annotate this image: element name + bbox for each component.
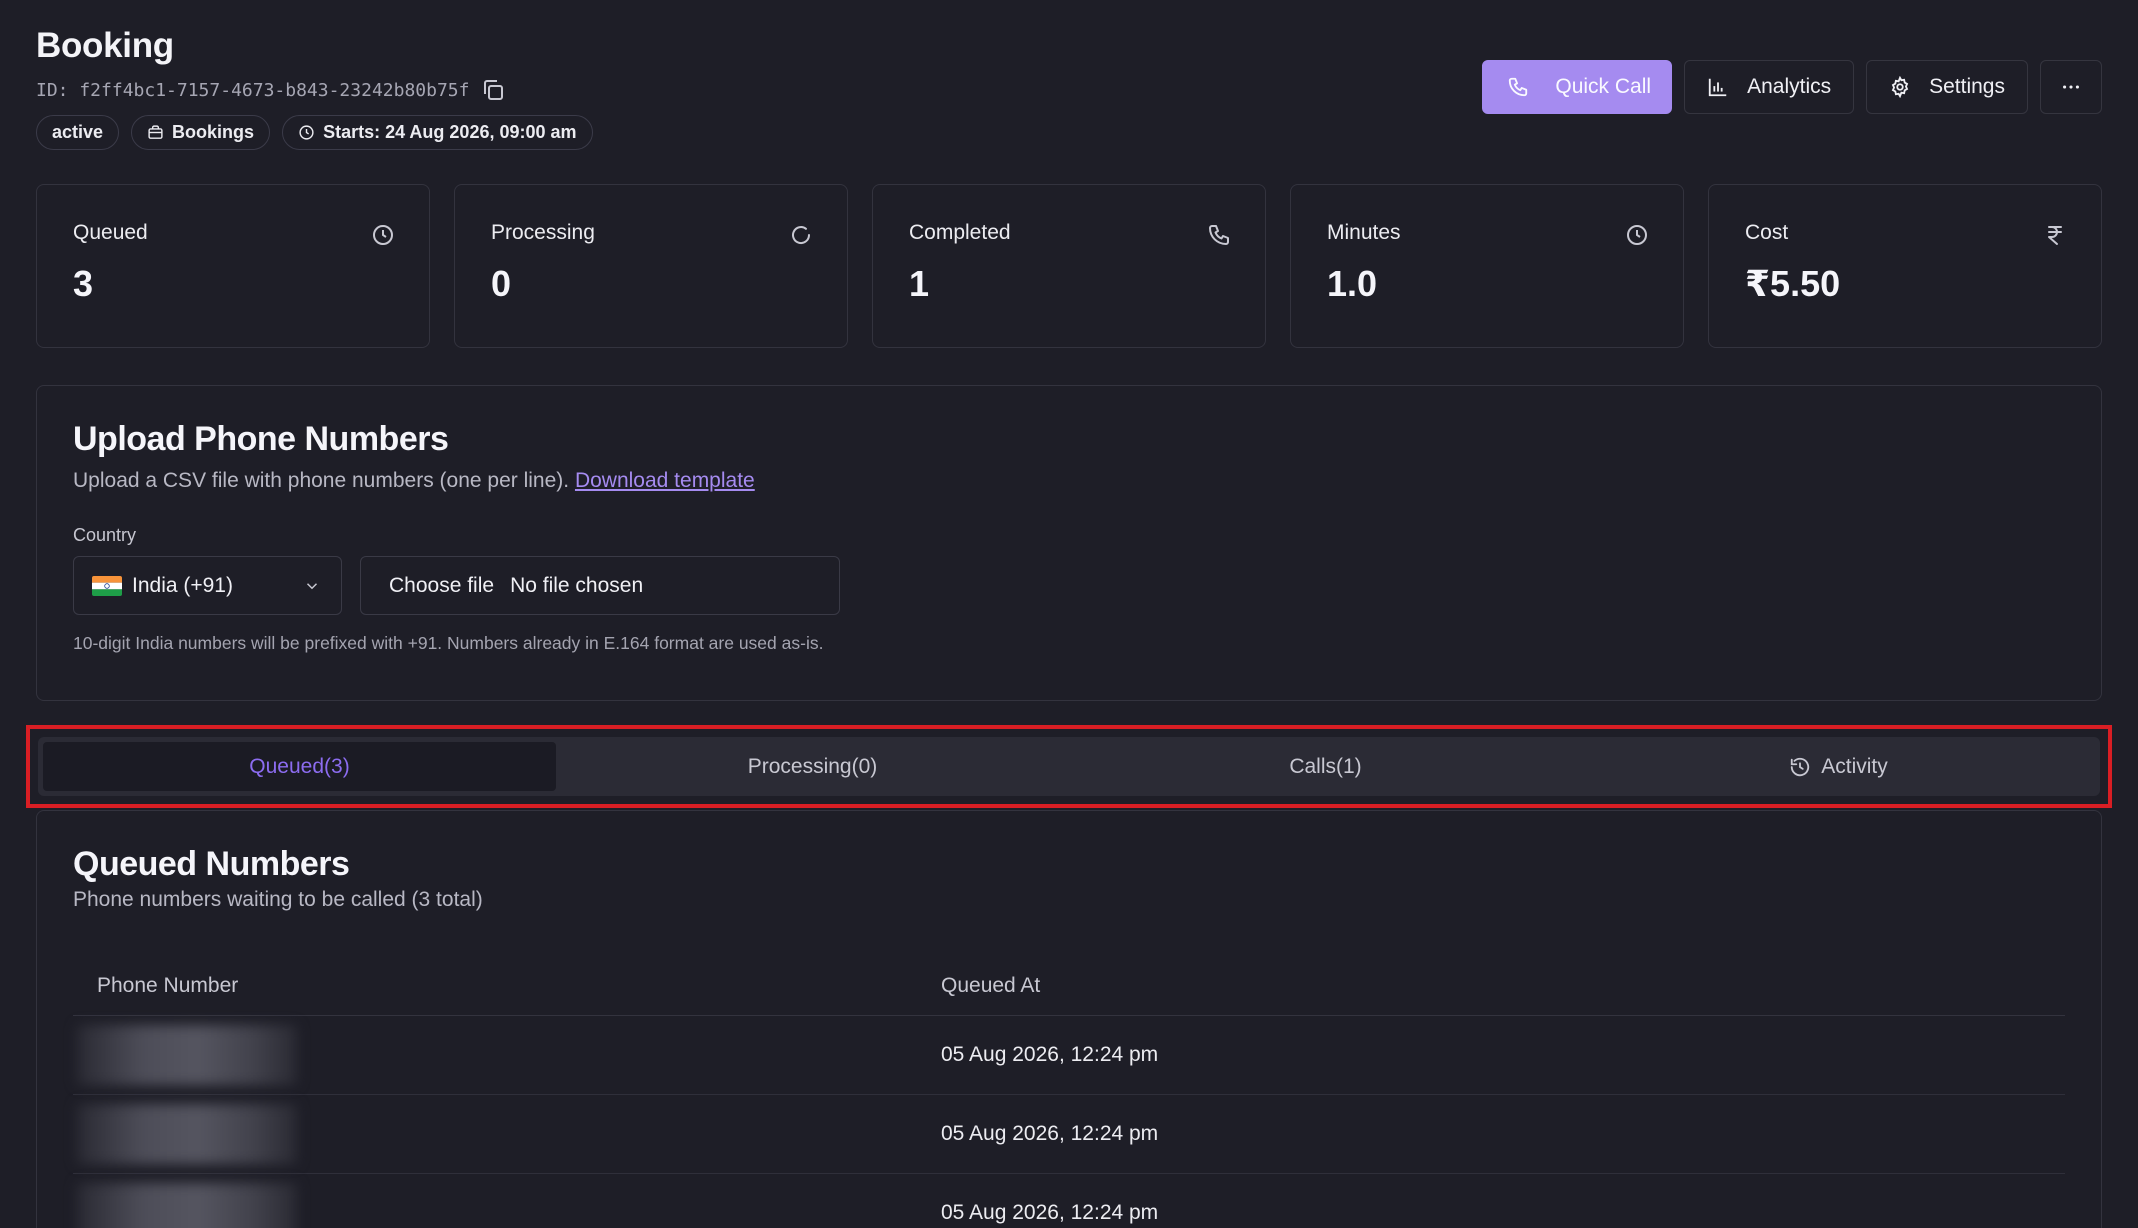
start-time-badge: Starts: 24 Aug 2026, 09:00 am — [282, 115, 593, 150]
tab-activity[interactable]: Activity — [1582, 742, 2095, 791]
stats-row: Queued 3 Processing 0 Completed 1 Minute… — [36, 184, 2102, 348]
stat-value: 0 — [491, 263, 512, 304]
stat-card-queued: Queued 3 — [36, 184, 430, 348]
tab-processing[interactable]: Processing(0) — [556, 742, 1069, 791]
booking-page: Booking ID: f2ff4bc1-7157-4673-b843-2324… — [0, 0, 2138, 1228]
chevron-down-icon — [306, 583, 318, 590]
stat-card-minutes: Minutes 1.0 — [1290, 184, 1684, 348]
gear-icon — [1891, 76, 1909, 98]
india-flag-icon — [92, 575, 122, 596]
upload-title: Upload Phone Numbers — [73, 420, 449, 458]
queued-table: Phone Number Queued At 05 Aug 2026, 12:2… — [73, 956, 2065, 1228]
redacted-phone-number — [77, 1183, 297, 1228]
copy-icon[interactable] — [481, 78, 505, 102]
table-row: 05 Aug 2026, 12:24 pm — [73, 1174, 2065, 1228]
stat-label: Processing — [491, 221, 595, 244]
bar-chart-icon — [1708, 78, 1727, 97]
clock-icon — [1625, 223, 1649, 247]
table-row: 05 Aug 2026, 12:24 pm — [73, 1016, 2065, 1095]
clock-icon — [371, 223, 395, 247]
spinner-icon — [789, 223, 813, 247]
category-badge: Bookings — [131, 115, 271, 150]
file-status: No file chosen — [510, 573, 644, 597]
redacted-phone-number — [77, 1104, 297, 1164]
header-actions: Quick Call Analytics Settings — [1482, 60, 2102, 114]
phone-icon — [1509, 77, 1528, 97]
stat-card-cost: Cost ₹5.50 — [1708, 184, 2102, 348]
stat-card-processing: Processing 0 — [454, 184, 848, 348]
column-queued-at: Queued At — [941, 973, 1041, 997]
upload-controls: India (+91) Choose file No file chosen — [73, 556, 2065, 615]
status-badge: active — [36, 115, 120, 150]
stat-label: Queued — [73, 221, 148, 244]
upload-subtitle: Upload a CSV file with phone numbers (on… — [73, 469, 755, 492]
country-label: Country — [73, 525, 137, 545]
table-row: 05 Aug 2026, 12:24 pm — [73, 1095, 2065, 1174]
clock-icon — [299, 125, 314, 140]
booking-id: ID: f2ff4bc1-7157-4673-b843-23242b80b75f — [36, 79, 470, 101]
column-phone-number: Phone Number — [97, 973, 239, 997]
upload-hint: 10-digit India numbers will be prefixed … — [73, 633, 824, 653]
redacted-phone-number — [77, 1025, 297, 1085]
table-header: Phone Number Queued At — [73, 956, 2065, 1016]
tab-calls[interactable]: Calls(1) — [1069, 742, 1582, 791]
queued-subtitle: Phone numbers waiting to be called (3 to… — [73, 888, 483, 911]
quick-call-button[interactable]: Quick Call — [1482, 60, 1673, 114]
upload-section: Upload Phone Numbers Upload a CSV file w… — [36, 385, 2102, 701]
queued-at-cell: 05 Aug 2026, 12:24 pm — [941, 1201, 1159, 1224]
tab-bar: Queued(3) Processing(0) Calls(1) Activit… — [38, 737, 2100, 796]
queued-numbers-section: Queued Numbers Phone numbers waiting to … — [36, 810, 2102, 1228]
queued-at-cell: 05 Aug 2026, 12:24 pm — [941, 1122, 1159, 1145]
history-icon — [1791, 757, 1810, 776]
stat-value: ₹5.50 — [1745, 263, 1841, 304]
queued-title: Queued Numbers — [73, 845, 350, 883]
analytics-button[interactable]: Analytics — [1684, 60, 1855, 114]
stat-card-completed: Completed 1 — [872, 184, 1266, 348]
settings-button[interactable]: Settings — [1866, 60, 2028, 114]
tab-queued[interactable]: Queued(3) — [43, 742, 556, 791]
stat-value: 1.0 — [1327, 263, 1378, 304]
stat-label: Minutes — [1327, 221, 1401, 244]
country-value: India (+91) — [132, 573, 233, 597]
briefcase-icon — [148, 125, 163, 139]
choose-file-button[interactable]: Choose file — [389, 574, 494, 598]
rupee-icon — [2043, 223, 2067, 247]
stat-value: 3 — [73, 263, 94, 304]
queued-at-cell: 05 Aug 2026, 12:24 pm — [941, 1043, 1159, 1066]
download-template-link[interactable]: Download template — [575, 469, 755, 492]
page-header: Booking ID: f2ff4bc1-7157-4673-b843-2324… — [36, 26, 2102, 156]
country-select[interactable]: India (+91) — [73, 556, 342, 615]
more-icon — [2063, 85, 2079, 89]
stat-label: Cost — [1745, 221, 1789, 244]
more-options-button[interactable] — [2040, 60, 2102, 114]
badge-row: active Bookings Starts: 24 Aug 2026, 09:… — [36, 115, 593, 150]
stat-value: 1 — [909, 263, 930, 304]
file-input[interactable]: Choose file No file chosen — [360, 556, 840, 615]
stat-label: Completed — [909, 221, 1011, 244]
phone-icon — [1207, 223, 1231, 247]
